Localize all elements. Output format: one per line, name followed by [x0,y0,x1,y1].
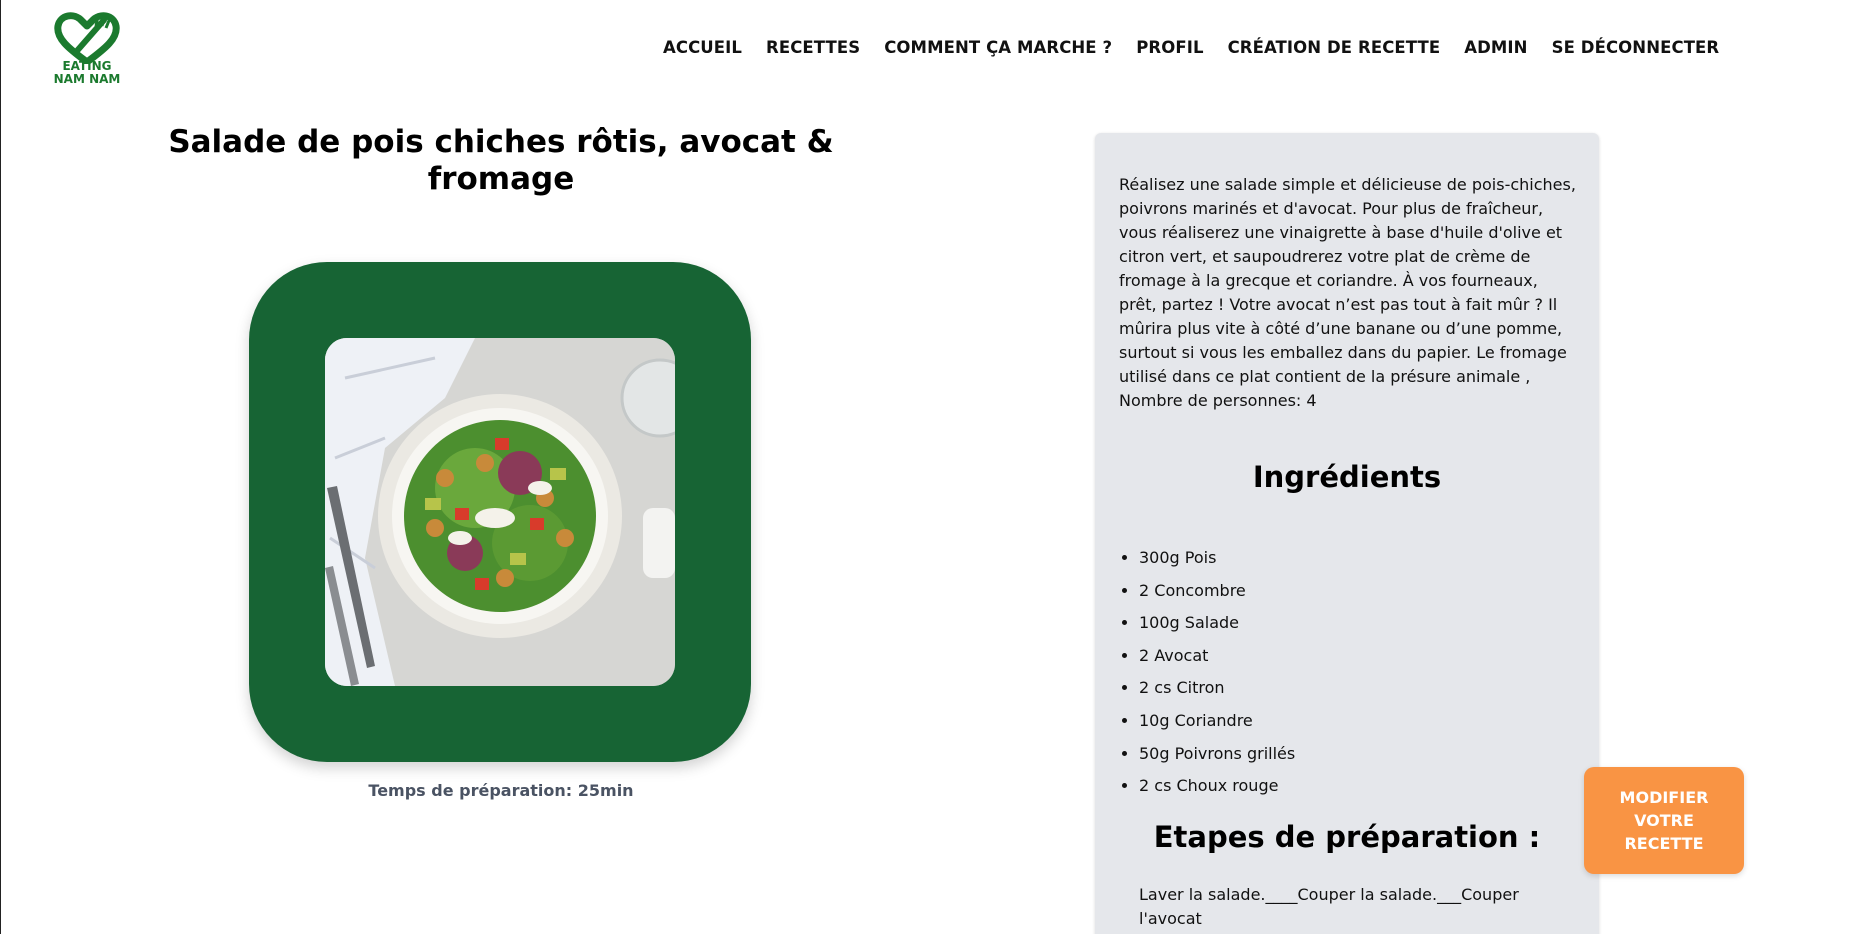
steps-text: Laver la salade.____Couper la salade.___… [1139,885,1519,928]
ingredient-item: 300g Pois [1139,542,1295,575]
nav-comment-ca-marche[interactable]: COMMENT ÇA MARCHE ? [884,38,1112,57]
nav-se-deconnecter[interactable]: SE DÉCONNECTER [1552,38,1720,57]
recipe-details-panel: Réalisez une salade simple et délicieuse… [1095,133,1599,934]
ingredient-item: 100g Salade [1139,607,1295,640]
nav-accueil[interactable]: ACCUEIL [663,38,742,57]
nav-creation-recette[interactable]: CRÉATION DE RECETTE [1228,38,1441,57]
ingredient-item: 2 Avocat [1139,640,1295,673]
logo[interactable]: EATING NAM NAM [47,12,127,86]
logo-text-line2: NAM NAM [53,72,121,86]
recipe-page: EATING NAM NAM ACCUEIL RECETTES COMMENT … [0,0,1851,934]
nav-recettes[interactable]: RECETTES [766,38,860,57]
ingredient-item: 2 Concombre [1139,575,1295,608]
recipe-title: Salade de pois chiches rôtis, avocat & f… [168,124,834,197]
ingredient-item: 2 cs Choux rouge [1139,770,1295,803]
nav-admin[interactable]: ADMIN [1464,38,1527,57]
salad-bowl-photo [325,338,675,686]
nav-profil[interactable]: PROFIL [1136,38,1203,57]
edit-recipe-button[interactable]: MODIFIER VOTRE RECETTE [1584,767,1744,874]
recipe-image-frame [249,262,751,762]
heart-fork-icon [54,12,120,64]
ingredients-list: 300g Pois 2 Concombre 100g Salade 2 Avoc… [1119,542,1295,803]
ingredient-item: 50g Poivrons grillés [1139,738,1295,771]
recipe-image [325,338,675,686]
ingredient-item: 10g Coriandre [1139,705,1295,738]
recipe-description: Réalisez une salade simple et délicieuse… [1119,175,1576,410]
ingredient-item: 2 cs Citron [1139,672,1295,705]
prep-time: Temps de préparation: 25min [368,781,634,800]
steps-title: Etapes de préparation : [1153,820,1541,854]
main-nav: ACCUEIL RECETTES COMMENT ÇA MARCHE ? PRO… [663,38,1719,57]
ingredients-title: Ingrédients [1252,460,1442,494]
